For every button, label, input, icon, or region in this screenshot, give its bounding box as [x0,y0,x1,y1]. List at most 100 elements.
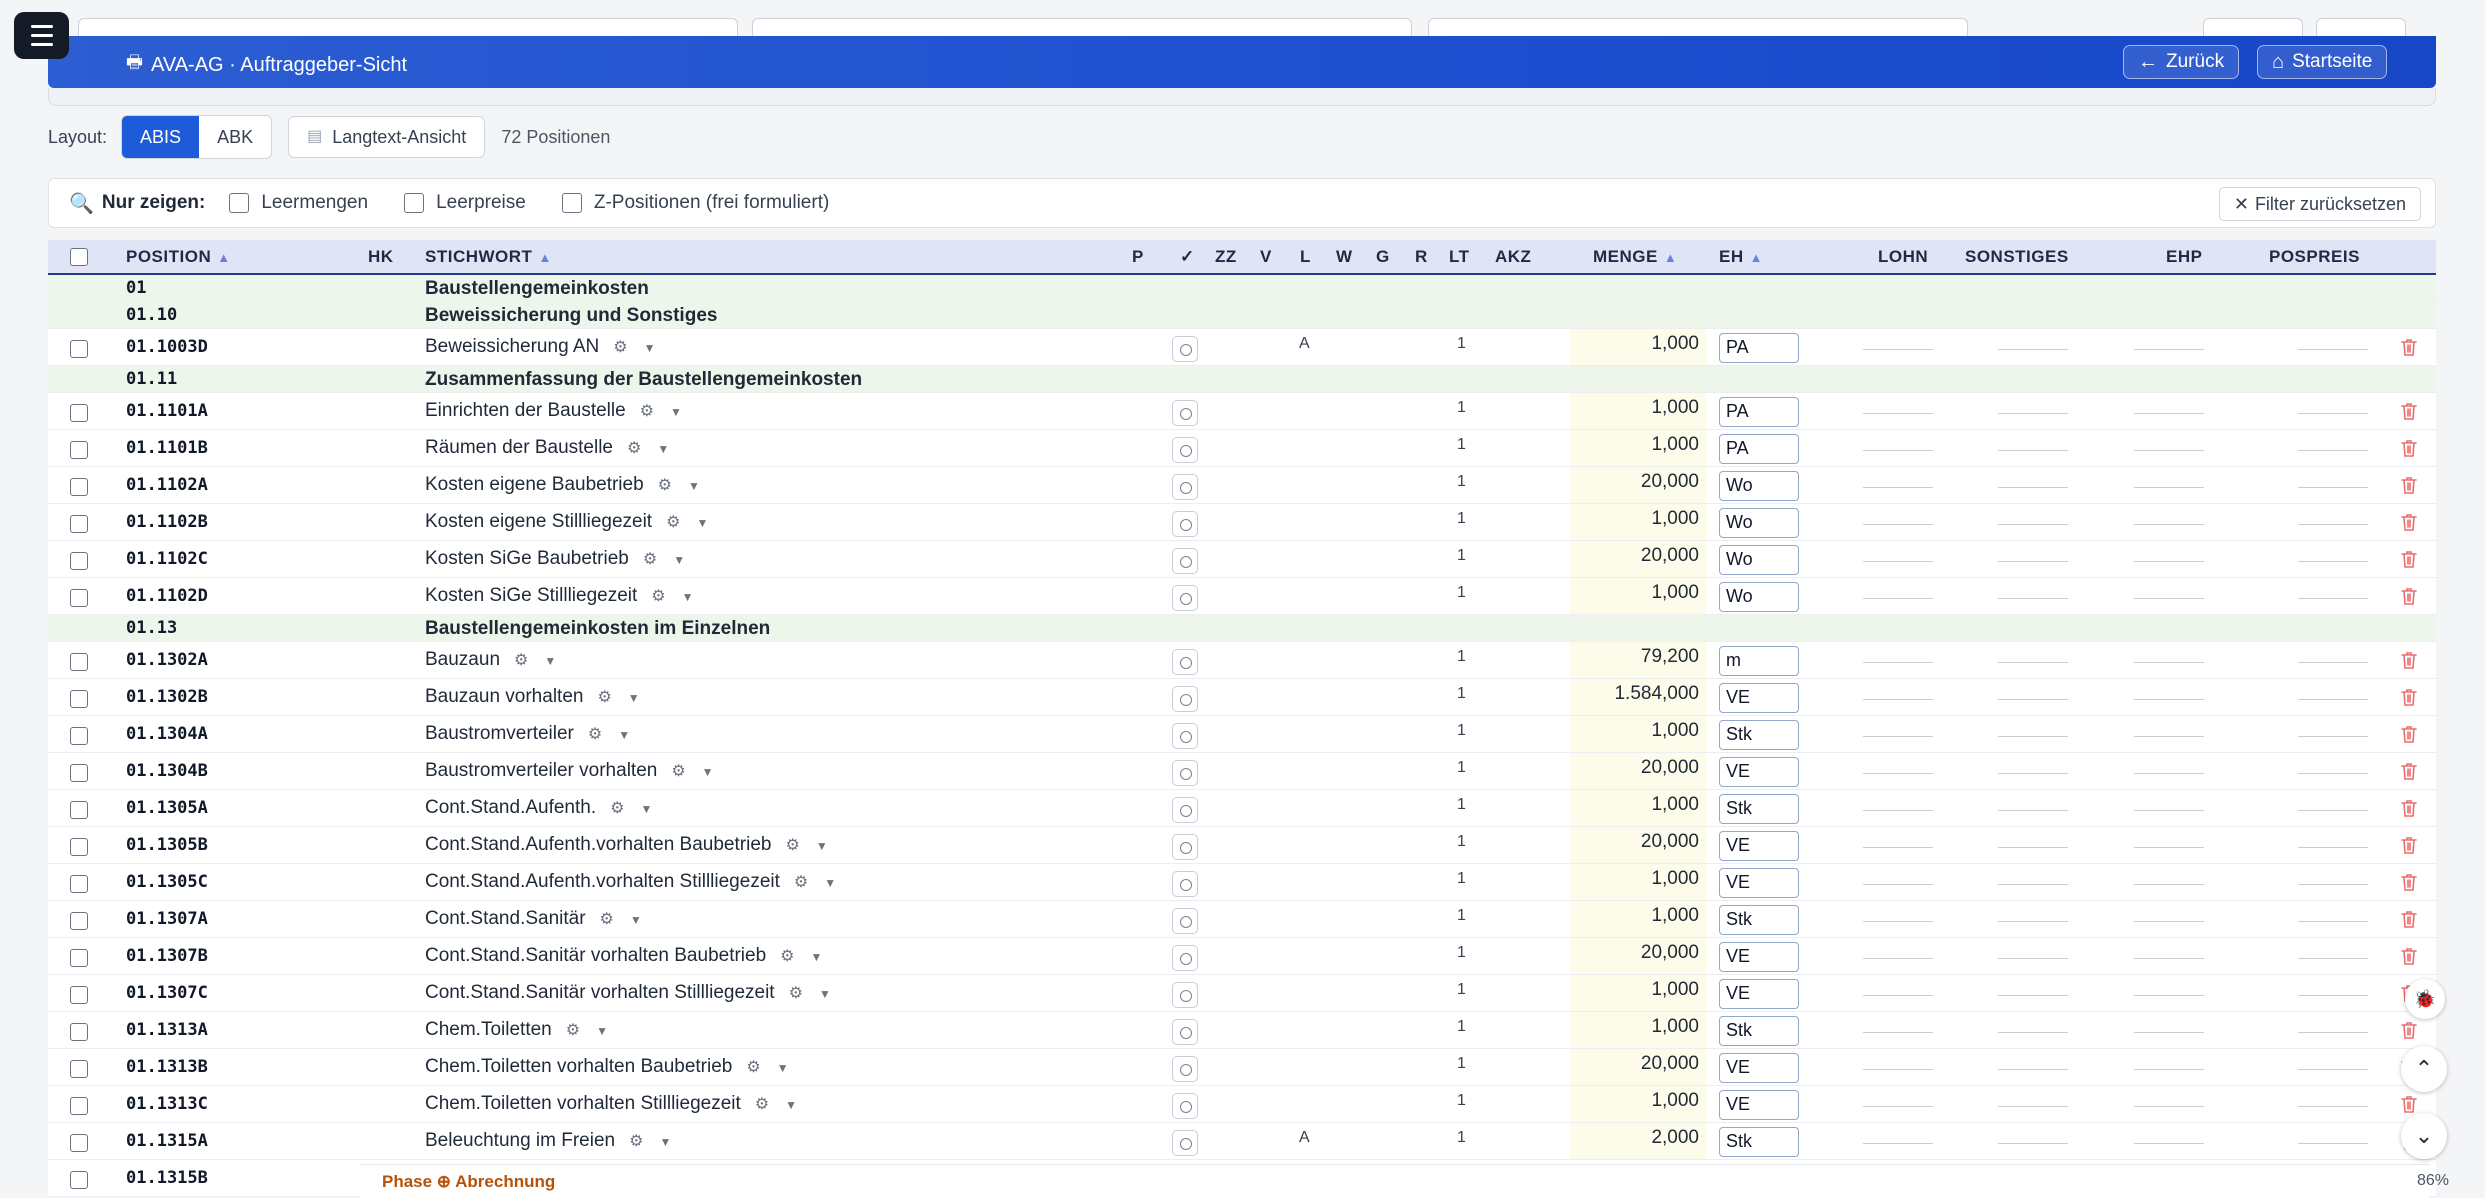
row-stichwort[interactable]: Räumen der Baustelle ⚙ ▼ [425,430,669,466]
row-stichwort[interactable]: Kosten SiGe Baubetrieb ⚙ ▼ [425,541,685,577]
pospreis-empty[interactable] [2298,450,2368,451]
chevron-down-icon[interactable]: ▼ [682,590,694,604]
langtext-view-button[interactable]: ▤ Langtext-Ansicht [288,116,486,158]
col-eh[interactable]: EH ▲ [1719,240,1763,273]
ehp-empty[interactable] [2134,736,2204,737]
ehp-empty[interactable] [2134,1143,2204,1144]
chevron-down-icon[interactable]: ▼ [816,839,828,853]
ehp-empty[interactable] [2134,487,2204,488]
trash-icon[interactable] [2400,337,2418,357]
sonstiges-empty[interactable] [1998,662,2068,663]
trash-icon[interactable] [2400,650,2418,670]
settings-icon[interactable]: ⚙ [671,763,685,780]
pospreis-empty[interactable] [2298,1069,2368,1070]
col-position[interactable]: POSITION ▲ [126,240,231,273]
sonstiges-empty[interactable] [1998,1069,2068,1070]
pospreis-empty[interactable] [2298,598,2368,599]
table-row[interactable]: 01.1305B Cont.Stand.Aufenth.vorhalten Bau… [48,827,2436,864]
sonstiges-empty[interactable] [1998,810,2068,811]
lohn-empty[interactable] [1863,349,1933,350]
row-eh-input[interactable]: Stk [1719,1016,1799,1046]
row-stichwort[interactable]: Kosten eigene Stillliegezeit ⚙ ▼ [425,504,708,540]
sonstiges-empty[interactable] [1998,884,2068,885]
pospreis-empty[interactable] [2298,921,2368,922]
row-stichwort[interactable]: Bauzaun vorhalten ⚙ ▼ [425,679,640,715]
row-menge[interactable]: 1,000 [1570,790,1699,826]
row-checkbox[interactable] [70,949,88,967]
chevron-down-icon[interactable]: ▼ [824,876,836,890]
select-all-checkbox[interactable] [70,248,88,266]
row-checkbox[interactable] [70,838,88,856]
lohn-empty[interactable] [1863,810,1933,811]
row-check-toggle[interactable] [1172,336,1198,362]
row-check-toggle[interactable] [1172,1093,1198,1119]
trash-icon[interactable] [2400,798,2418,818]
settings-icon[interactable]: ⚙ [610,800,624,817]
chevron-down-icon[interactable]: ▼ [673,553,685,567]
pospreis-empty[interactable] [2298,773,2368,774]
lohn-empty[interactable] [1863,958,1933,959]
settings-icon[interactable]: ⚙ [566,1022,580,1039]
pospreis-empty[interactable] [2298,699,2368,700]
row-stichwort[interactable]: Cont.Stand.Sanitär vorhalten Stillliegez… [425,975,831,1011]
row-stichwort[interactable]: Cont.Stand.Sanitär vorhalten Baubetrieb ⚙… [425,938,822,974]
chevron-down-icon[interactable]: ▼ [618,728,630,742]
lohn-empty[interactable] [1863,1143,1933,1144]
row-check-toggle[interactable] [1172,585,1198,611]
row-checkbox[interactable] [70,653,88,671]
row-stichwort[interactable]: Einrichten der Baustelle ⚙ ▼ [425,393,682,429]
trash-icon[interactable] [2400,1020,2418,1040]
chevron-down-icon[interactable]: ▼ [811,950,823,964]
lohn-empty[interactable] [1863,413,1933,414]
lohn-empty[interactable] [1863,487,1933,488]
sonstiges-empty[interactable] [1998,921,2068,922]
ehp-empty[interactable] [2134,598,2204,599]
settings-icon[interactable]: ⚙ [780,948,794,965]
row-checkbox[interactable] [70,875,88,893]
ehp-empty[interactable] [2134,995,2204,996]
settings-icon[interactable]: ⚙ [785,837,799,854]
row-menge[interactable]: 1,000 [1570,975,1699,1011]
chevron-down-icon[interactable]: ▼ [544,654,556,668]
sonstiges-empty[interactable] [1998,413,2068,414]
row-menge[interactable]: 20,000 [1570,541,1699,577]
trash-icon[interactable] [2400,512,2418,532]
row-checkbox[interactable] [70,441,88,459]
row-stichwort[interactable]: Cont.Stand.Sanitär ⚙ ▼ [425,901,642,937]
home-button[interactable]: ⌂ Startseite [2257,45,2388,79]
trash-icon[interactable] [2400,438,2418,458]
row-check-toggle[interactable] [1172,686,1198,712]
row-stichwort[interactable]: Baustromverteiler vorhalten ⚙ ▼ [425,753,714,789]
table-row[interactable]: 01.1101A Einrichten der Baustelle ⚙ ▼ 1 1,000… [48,393,2436,430]
row-checkbox[interactable] [70,986,88,1004]
row-stichwort[interactable]: Cont.Stand.Aufenth.vorhalten Stillliegez… [425,864,836,900]
ehp-empty[interactable] [2134,884,2204,885]
row-eh-input[interactable]: Stk [1719,720,1799,750]
row-checkbox[interactable] [70,552,88,570]
row-eh-input[interactable]: Wo [1719,545,1799,575]
table-row[interactable]: 01.1304B Baustromverteiler vorhalten ⚙ ▼ 1 20… [48,753,2436,790]
row-check-toggle[interactable] [1172,1130,1198,1156]
table-row[interactable]: 01.1302A Bauzaun ⚙ ▼ 1 79,200 m [48,642,2436,679]
row-stichwort[interactable]: Kosten eigene Baubetrieb ⚙ ▼ [425,467,700,503]
ehp-empty[interactable] [2134,958,2204,959]
row-checkbox[interactable] [70,1097,88,1115]
row-stichwort[interactable]: Beweissicherung AN ⚙ ▼ [425,329,656,365]
chevron-down-icon[interactable]: ▼ [596,1024,608,1038]
lohn-empty[interactable] [1863,995,1933,996]
chevron-down-icon[interactable]: ▼ [628,691,640,705]
filter-z-positionen[interactable]: Z-Positionen (frei formuliert) [561,192,829,214]
pospreis-empty[interactable] [2298,487,2368,488]
row-checkbox[interactable] [70,764,88,782]
row-check-toggle[interactable] [1172,400,1198,426]
row-check-toggle[interactable] [1172,437,1198,463]
row-stichwort[interactable]: Chem.Toiletten ⚙ ▼ [425,1012,608,1048]
row-eh-input[interactable]: VE [1719,979,1799,1009]
lohn-empty[interactable] [1863,561,1933,562]
filter-leerpreise[interactable]: Leerpreise [404,192,526,214]
sonstiges-empty[interactable] [1998,450,2068,451]
settings-icon[interactable]: ⚙ [600,911,614,928]
scroll-down-button[interactable]: ⌄ [2401,1113,2447,1159]
trash-icon[interactable] [2400,946,2418,966]
table-row[interactable]: 01.1102D Kosten SiGe Stillliegezeit ⚙ ▼ 1 1,0… [48,578,2436,615]
